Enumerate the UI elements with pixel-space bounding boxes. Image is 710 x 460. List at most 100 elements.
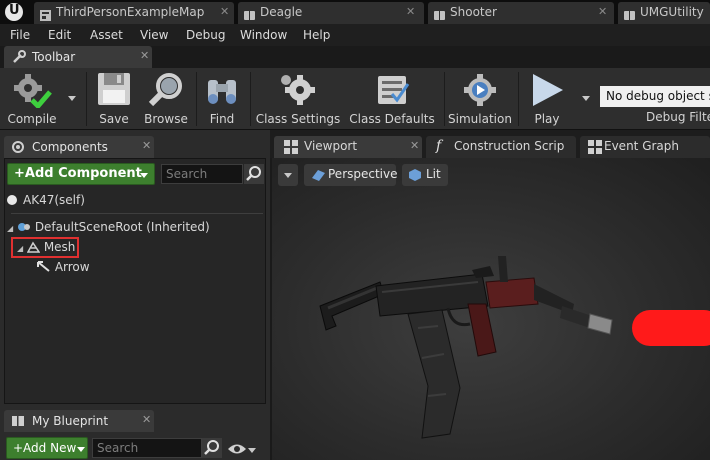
component-arrow-row[interactable]: Arrow [37, 260, 90, 276]
ak47-mesh-render [319, 256, 710, 439]
arrow-component-render [632, 310, 710, 346]
components-panel-tab[interactable]: Components ✕ [4, 136, 154, 158]
components-panel: Components ✕ +Add Component Search AK47(… [0, 130, 270, 406]
add-component-label: +Add Component [14, 166, 142, 181]
compile-label: Compile [7, 112, 57, 126]
doc-tab-map[interactable]: ThirdPersonExampleMap ✕ [34, 2, 234, 24]
debug-object-select[interactable]: No debug object selected [600, 86, 710, 107]
toolbar-panel-title: Toolbar [32, 50, 76, 64]
tab-construction-script[interactable]: f Construction Scrip [426, 136, 576, 158]
magnifier-icon [148, 73, 182, 107]
close-icon[interactable]: ✕ [598, 2, 607, 22]
components-title: Components [32, 140, 108, 154]
doc-tab-label: Shooter [450, 5, 497, 19]
toolbar-divider [444, 72, 445, 126]
toolbar: Compile Save Browse Find Class Settings … [0, 68, 710, 130]
toolbar-divider [250, 72, 251, 126]
wrench-icon [11, 49, 27, 68]
eye-visibility-icon[interactable] [227, 442, 247, 459]
event-graph-icon [588, 140, 602, 160]
compile-button[interactable]: Compile [2, 68, 62, 130]
toolbar-divider [196, 72, 197, 126]
doc-tab-label: ThirdPersonExampleMap [56, 5, 205, 19]
tab-event-graph-label: Event Graph [604, 139, 679, 153]
class-defaults-checklist-icon [378, 76, 410, 104]
search-icon[interactable] [202, 438, 222, 458]
close-icon[interactable]: ✕ [140, 49, 149, 62]
components-body: +Add Component Search AK47(self) ◢ Defau… [4, 158, 266, 404]
find-button[interactable]: Find [200, 68, 244, 130]
menu-view[interactable]: View [140, 28, 168, 42]
my-blueprint-panel-tab[interactable]: My Blueprint ✕ [4, 410, 154, 432]
compile-options-chevron-icon[interactable] [68, 96, 76, 101]
scene-root-icon [17, 221, 31, 236]
play-button[interactable]: Play [522, 68, 572, 130]
close-icon[interactable]: ✕ [406, 2, 415, 22]
add-new-label: +Add New [13, 441, 77, 455]
components-icon [11, 140, 25, 157]
blueprint-icon [624, 7, 635, 20]
save-button[interactable]: Save [92, 68, 136, 130]
play-label: Play [534, 112, 560, 126]
menu-asset[interactable]: Asset [90, 28, 123, 42]
debug-filter-label: Debug Filter [646, 110, 710, 124]
simulation-button[interactable]: Simulation [448, 68, 512, 130]
doc-tab-label: UMGUtility [640, 5, 704, 19]
close-icon[interactable]: ✕ [220, 2, 229, 22]
component-arrow-label: Arrow [54, 260, 90, 274]
toolbar-panel-tab[interactable]: Toolbar ✕ [4, 46, 152, 68]
blueprint-search-input[interactable]: Search [92, 438, 202, 458]
chevron-down-icon [77, 447, 85, 452]
unreal-logo-icon[interactable] [5, 3, 23, 21]
menu-help[interactable]: Help [303, 28, 330, 42]
find-label: Find [209, 112, 235, 126]
search-icon[interactable] [244, 164, 264, 184]
blueprint-icon [244, 7, 255, 20]
browse-button[interactable]: Browse [140, 68, 192, 130]
add-new-button[interactable]: +Add New [6, 437, 88, 459]
component-root-label: DefaultSceneRoot (Inherited) [34, 220, 210, 234]
add-component-button[interactable]: +Add Component [7, 163, 155, 185]
chevron-down-icon [140, 173, 148, 178]
my-blueprint-title: My Blueprint [32, 414, 109, 428]
doc-tab-umgutility[interactable]: UMGUtility [618, 2, 710, 24]
blueprint-book-icon [11, 414, 25, 431]
browse-label: Browse [144, 112, 188, 126]
function-icon: f [436, 138, 442, 154]
self-dot-icon [7, 195, 17, 205]
close-icon[interactable]: ✕ [142, 413, 151, 426]
chevron-down-icon[interactable] [248, 448, 256, 453]
doc-tab-label: Deagle [260, 5, 303, 19]
toolbar-divider [518, 72, 519, 126]
mesh-selection-highlight [11, 237, 79, 258]
tab-viewport[interactable]: Viewport ✕ [274, 136, 422, 158]
class-settings-button[interactable]: Class Settings [254, 68, 342, 130]
doc-tab-shooter[interactable]: Shooter ✕ [428, 2, 614, 24]
document-tab-bar: ThirdPersonExampleMap ✕ Deagle ✕ Shooter… [0, 0, 710, 24]
menu-file[interactable]: File [10, 28, 30, 42]
blueprint-icon [434, 7, 445, 20]
class-defaults-button[interactable]: Class Defaults [346, 68, 438, 130]
tab-construction-label: Construction Scrip [454, 139, 565, 153]
toolbar-divider [86, 72, 87, 126]
component-root-row[interactable]: ◢ DefaultSceneRoot (Inherited) [7, 220, 210, 236]
close-icon[interactable]: ✕ [410, 136, 419, 156]
my-blueprint-panel: My Blueprint ✕ +Add New Search [0, 406, 270, 460]
editor-tab-bar: Viewport ✕ f Construction Scrip Event Gr… [270, 130, 710, 158]
menu-window[interactable]: Window [240, 28, 287, 42]
component-search-input[interactable]: Search [161, 164, 243, 184]
simulation-label: Simulation [448, 112, 512, 126]
tab-viewport-label: Viewport [304, 139, 358, 153]
tab-event-graph[interactable]: Event Graph [580, 136, 710, 158]
viewport[interactable]: Perspective Lit [272, 158, 710, 460]
component-self-row[interactable]: AK47(self) [7, 193, 85, 207]
class-settings-gear-icon [281, 75, 315, 105]
close-icon[interactable]: ✕ [142, 139, 151, 152]
menu-edit[interactable]: Edit [48, 28, 71, 42]
arrow-component-icon [37, 261, 51, 276]
menu-debug[interactable]: Debug [186, 28, 225, 42]
expand-arrow-icon: ◢ [7, 224, 14, 233]
doc-tab-deagle[interactable]: Deagle ✕ [238, 2, 424, 24]
play-options-chevron-icon[interactable] [582, 96, 590, 101]
map-icon [40, 7, 51, 21]
